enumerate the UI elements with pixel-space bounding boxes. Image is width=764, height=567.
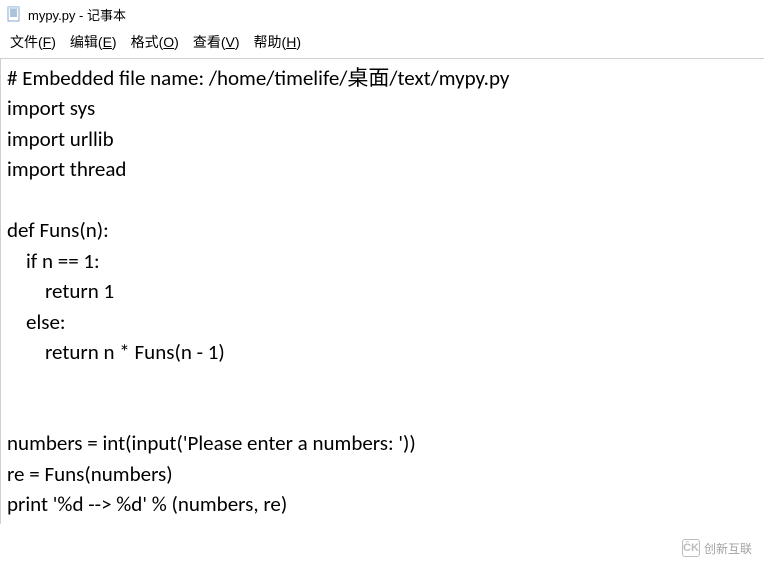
window-title: mypy.py - 记事本 <box>28 5 126 24</box>
menu-format[interactable]: 格式(O) <box>131 32 179 52</box>
watermark: ĈK 创新互联 <box>678 537 756 559</box>
notepad-icon <box>6 6 22 22</box>
text-editor-area[interactable]: # Embedded file name: /home/timelife/桌面/… <box>0 59 764 524</box>
menu-file[interactable]: 文件(F) <box>10 32 56 52</box>
watermark-text: 创新互联 <box>704 540 752 557</box>
menu-help[interactable]: 帮助(H) <box>254 32 301 52</box>
watermark-icon: ĈK <box>682 539 700 557</box>
menubar: 文件(F) 编辑(E) 格式(O) 查看(V) 帮助(H) <box>0 28 764 59</box>
menu-edit[interactable]: 编辑(E) <box>70 32 117 52</box>
menu-view[interactable]: 查看(V) <box>193 32 240 52</box>
titlebar: mypy.py - 记事本 <box>0 0 764 28</box>
